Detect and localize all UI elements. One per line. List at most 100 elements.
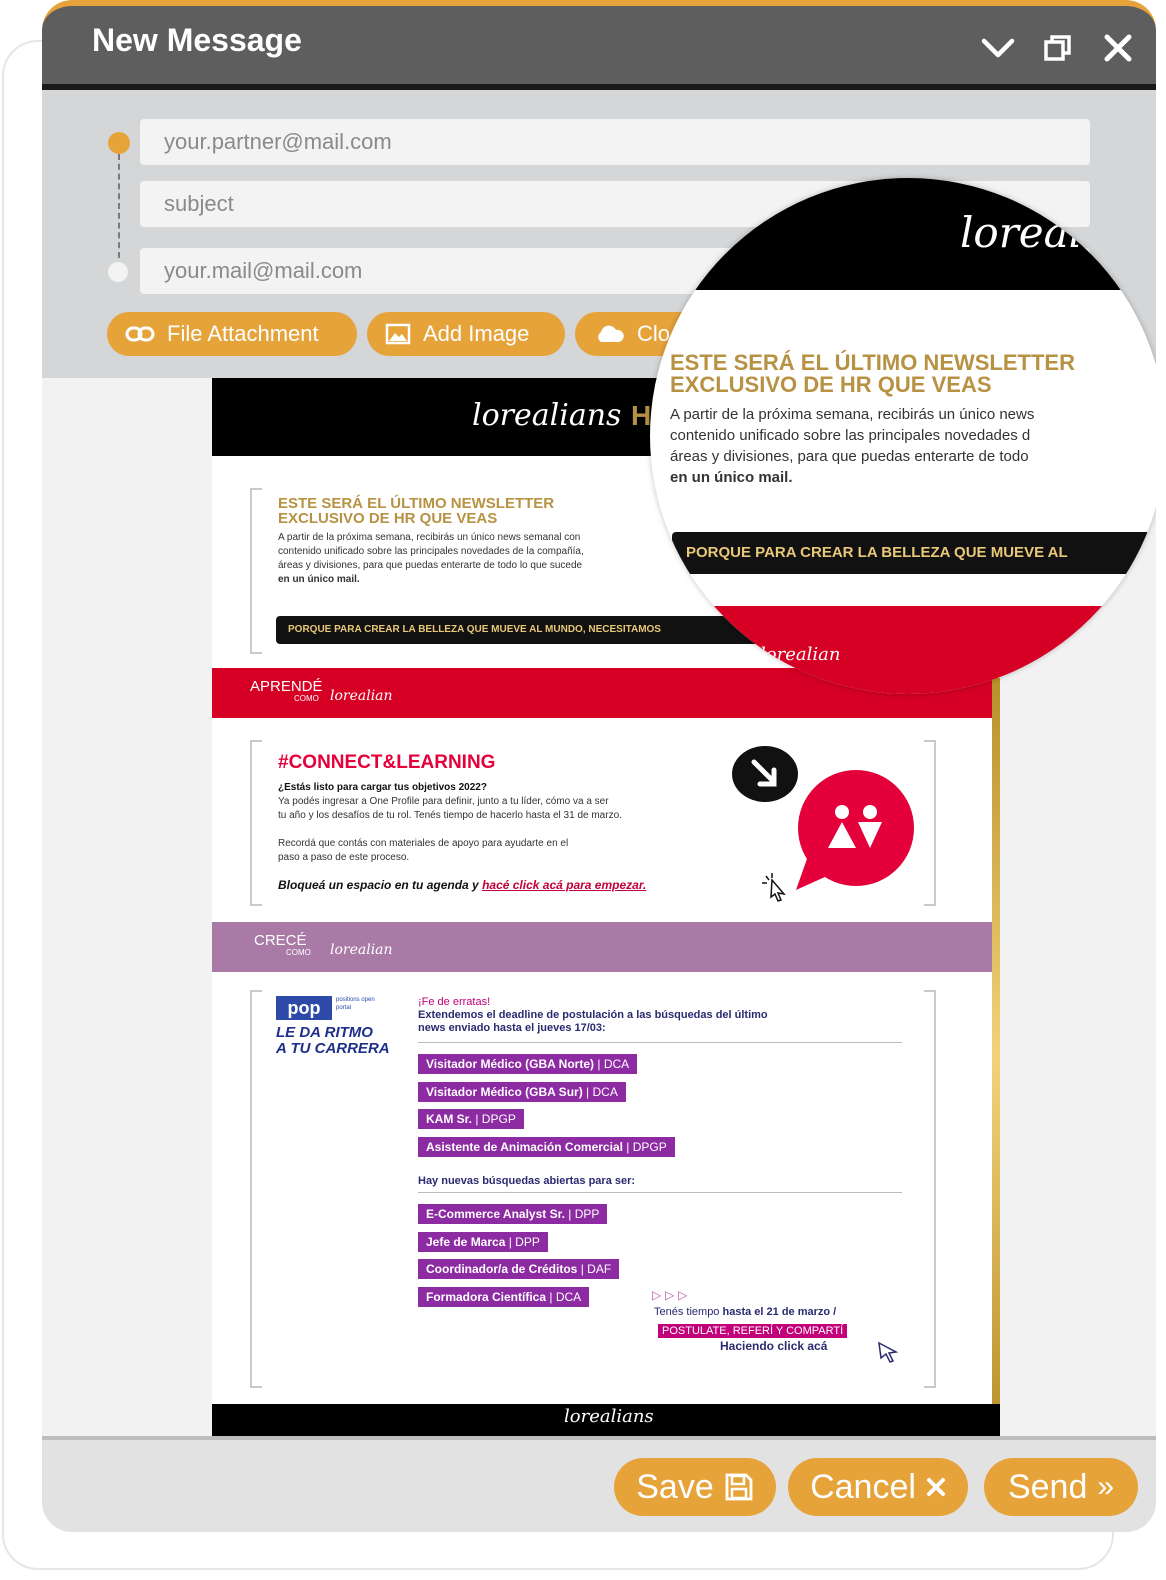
deadline-prefix: Tenés tiempo	[654, 1306, 720, 1318]
job-tag-name: Formadora Científica	[426, 1290, 547, 1304]
job-tag[interactable]: KAM Sr. | DPGP	[418, 1109, 524, 1129]
magnifier-red-band: lorealian	[650, 606, 1156, 694]
divider	[418, 1192, 902, 1193]
newsletter-logo-text: lorealians	[472, 398, 622, 433]
job-tag-name: Visitador Médico (GBA Sur)	[426, 1085, 583, 1099]
aprende-title: APRENDÉ	[250, 678, 323, 695]
pop-logo: pop	[276, 996, 332, 1020]
link-icon	[125, 326, 155, 342]
action-bar: Save Cancel Send »	[42, 1436, 1156, 1532]
newsletter-footer: lorealians	[212, 1404, 1000, 1436]
crece-brand: lorealian	[330, 942, 393, 958]
footer-logo: lorealians	[564, 1406, 654, 1427]
job-tag[interactable]: Formadora Científica | DCA	[418, 1287, 590, 1307]
intro-p2: contenido unificado sobre las principale…	[278, 546, 584, 557]
job-tag[interactable]: Visitador Médico (GBA Sur) | DCA	[418, 1082, 626, 1102]
crece-band: CRECÉ COMO lorealian	[212, 922, 992, 972]
section-bracket-left-3	[250, 990, 262, 1388]
title-bar: New Message	[42, 0, 1156, 90]
cloud-label: Clo	[637, 321, 671, 346]
connect-cta-link[interactable]: hacé click acá para empezar.	[482, 878, 646, 892]
save-label: Save	[636, 1467, 714, 1506]
connect-l4: paso a paso de este proceso.	[278, 852, 410, 863]
magnifier-banner: PORQUE PARA CREAR LA BELLEZA QUE MUEVE A…	[672, 532, 1156, 574]
window-title: New Message	[92, 22, 302, 58]
job-tag-name: E-Commerce Analyst Sr.	[426, 1207, 565, 1221]
job-tag-name: Coordinador/a de Créditos	[426, 1262, 578, 1276]
close-icon	[1104, 34, 1132, 62]
file-attachment-button[interactable]: File Attachment	[107, 312, 357, 356]
crece-title: CRECÉ	[254, 932, 307, 949]
play-arrows-icon: ▷ ▷ ▷	[652, 1288, 688, 1302]
magnifier-p1: A partir de la próxima semana, recibirás…	[670, 406, 1035, 423]
new-searches-label: Hay nuevas búsquedas abiertas para ser:	[418, 1175, 636, 1187]
connect-cta: Bloqueá un espacio en tu agenda y hacé c…	[278, 878, 646, 892]
send-label: Send	[1007, 1467, 1088, 1506]
postulate-link[interactable]: POSTULATE, REFERÍ Y COMPARTÍ	[658, 1324, 848, 1338]
slogan-2: A TU CARRERA	[276, 1040, 390, 1057]
deadline-line: Tenés tiempo hasta el 21 de marzo /	[654, 1306, 836, 1318]
click-here-link[interactable]: Haciendo click acá	[720, 1339, 827, 1353]
magnifier-title-2: EXCLUSIVO DE HR QUE VEAS	[670, 372, 992, 397]
chevron-down-icon	[981, 38, 1015, 58]
compose-window: New Message your.partner@mail.com subjec…	[42, 0, 1156, 1532]
connect-cta-prefix: Bloqueá un espacio en tu agenda y	[278, 878, 479, 892]
maximize-button[interactable]	[1038, 28, 1078, 68]
intro-p1: A partir de la próxima semana, recibirás…	[278, 532, 581, 543]
section-bracket-left	[250, 488, 262, 654]
job-tag-code: | DAF	[580, 1262, 612, 1276]
job-tag[interactable]: Coordinador/a de Créditos | DAF	[418, 1259, 620, 1279]
file-attachment-label: File Attachment	[167, 321, 319, 346]
job-tag[interactable]: Visitador Médico (GBA Norte) | DCA	[418, 1054, 638, 1074]
errata-line-1: Extendemos el deadline de postulación a …	[418, 1009, 768, 1021]
intro-title-2: EXCLUSIVO DE HR QUE VEAS	[278, 510, 498, 527]
job-tag-code: | DCA	[586, 1085, 618, 1099]
newsletter-logo: lorealians HR	[472, 398, 671, 433]
section-bracket-right-3	[924, 990, 936, 1388]
job-tag-code: | DPGP	[626, 1140, 667, 1154]
intro-title-1: ESTE SERÁ EL ÚLTIMO NEWSLETTER	[278, 495, 555, 512]
cancel-button[interactable]: Cancel	[788, 1458, 968, 1516]
slogan-1: LE DA RITMO	[276, 1024, 373, 1041]
magnifier-title-1: ESTE SERÁ EL ÚLTIMO NEWSLETTER	[670, 350, 1075, 375]
connect-question: ¿Estás listo para cargar tus objetivos 2…	[278, 782, 487, 793]
magnifier-logo: loreali	[960, 208, 1096, 257]
job-tag[interactable]: Jefe de Marca | DPP	[418, 1232, 548, 1252]
floppy-disk-icon	[725, 1473, 753, 1501]
job-tag-code: | DPP	[568, 1207, 600, 1221]
job-tag-name: KAM Sr.	[426, 1112, 473, 1126]
close-button[interactable]	[1098, 28, 1138, 68]
add-image-button[interactable]: Add Image	[367, 312, 565, 356]
send-button[interactable]: Send »	[984, 1458, 1138, 1516]
section-bracket-right-2	[924, 740, 936, 906]
people-chat-icon	[796, 770, 914, 890]
job-tag-name: Jefe de Marca	[426, 1235, 506, 1249]
recipient-dot-icon	[108, 132, 130, 154]
pop-small-text: positions open portal	[336, 997, 375, 1011]
job-tag-name: Asistente de Animación Comercial	[426, 1140, 623, 1154]
cloud-icon	[598, 325, 624, 342]
add-image-label: Add Image	[423, 321, 530, 346]
job-tag[interactable]: E-Commerce Analyst Sr. | DPP	[418, 1204, 608, 1224]
aprende-sub: COMO	[294, 694, 319, 703]
job-tag-name: Visitador Médico (GBA Norte)	[426, 1057, 595, 1071]
job-tag[interactable]: Asistente de Animación Comercial | DPGP	[418, 1137, 675, 1157]
minimize-button[interactable]	[978, 28, 1018, 68]
sender-dot-icon	[108, 262, 128, 282]
connect-heading: #CONNECT&LEARNING	[278, 752, 496, 773]
job-tag-code: | DPGP	[475, 1112, 516, 1126]
to-input[interactable]: your.partner@mail.com	[140, 119, 1090, 165]
errata-label: ¡Fe de erratas!	[418, 996, 491, 1008]
aprende-brand: lorealian	[330, 688, 393, 704]
gold-side-bar	[992, 678, 1000, 1436]
job-tag-code: | DPP	[508, 1235, 540, 1249]
intro-p3: áreas y divisiones, para que puedas ente…	[278, 560, 583, 571]
magnifier-p2: contenido unificado sobre las principale…	[670, 427, 1031, 444]
deadline-bold: hasta el 21 de marzo /	[722, 1306, 837, 1318]
image-icon	[385, 323, 411, 345]
restore-window-icon	[1044, 35, 1071, 61]
close-icon	[926, 1478, 945, 1496]
job-tag-code: | DCA	[549, 1290, 582, 1304]
connect-l3: Recordá que contás con materiales de apo…	[278, 838, 569, 849]
save-button[interactable]: Save	[614, 1458, 776, 1516]
